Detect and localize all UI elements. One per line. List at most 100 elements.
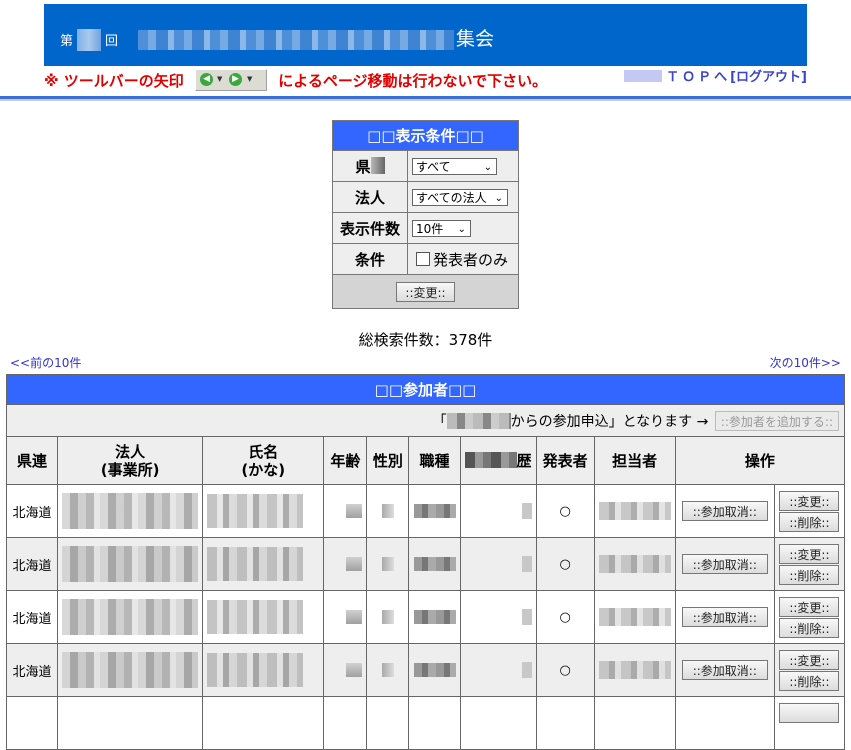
history-cell [459, 590, 537, 644]
redacted-corporation [62, 546, 199, 582]
cancel-participation-button[interactable]: ::参加取消:: [681, 554, 768, 574]
edit-button[interactable] [779, 702, 840, 723]
name-cell [202, 590, 325, 644]
redacted-staff [598, 555, 671, 573]
redacted-age [346, 663, 363, 677]
delete-button[interactable]: ::削除:: [779, 564, 840, 585]
back-arrow-icon: ◀ [200, 72, 214, 86]
dropdown-icon: ▼ [247, 74, 253, 83]
history-cell [459, 537, 537, 591]
apply-conditions-button[interactable]: ::変更:: [396, 281, 455, 302]
prefecture-cell: 北海道 [5, 537, 59, 591]
presenter-cell: ○ [535, 590, 595, 644]
redacted-event-name [138, 29, 455, 50]
name-cell [202, 696, 325, 750]
edit-button[interactable]: ::変更:: [779, 543, 840, 564]
cancel-participation-button[interactable]: ::参加取消:: [681, 660, 768, 680]
display-count-label: 表示件数 [332, 212, 408, 244]
corporation-cell [57, 696, 204, 750]
add-participant-button[interactable]: ::参加者を追加する:: [714, 410, 839, 431]
prefecture-cell [5, 696, 59, 750]
presenter-cell [535, 696, 595, 750]
redacted-name [207, 494, 304, 528]
corporation-cell [57, 643, 204, 697]
corporation-cell [57, 537, 204, 591]
participant-row: 北海道 ○ ::参加取消:: ::変更:: ::削除:: [5, 537, 846, 591]
participants-title: □□参加者□□ [6, 374, 845, 405]
redacted-history [521, 662, 532, 678]
redacted-round-number [77, 28, 102, 51]
presenter-cell: ○ [535, 484, 595, 538]
redacted-name [207, 653, 304, 687]
job-cell [408, 484, 461, 538]
edit-button[interactable]: ::変更:: [779, 490, 840, 511]
col-corporation: 法人 (事業所) [57, 436, 204, 485]
prev-page-link[interactable]: <<前の10件 [10, 354, 81, 371]
history-cell [459, 484, 537, 538]
edit-button[interactable]: ::変更:: [779, 596, 840, 617]
redacted-sex [381, 504, 394, 518]
prefecture-cell: 北海道 [5, 643, 59, 697]
job-cell [408, 696, 461, 750]
corporation-select[interactable]: すべての法人 ⌄ [412, 189, 508, 206]
redacted-label [370, 156, 385, 174]
top-link[interactable]: ＴＯＰへ [666, 70, 730, 85]
site-banner: 第回集会 [44, 4, 807, 66]
redacted-name [207, 600, 304, 634]
staff-cell [593, 590, 676, 644]
conditions-title: □□表示条件□□ [332, 120, 519, 151]
edit-button[interactable]: ::変更:: [779, 649, 840, 670]
participants-table: □□参加者□□ 「からの参加申込」となります → ::参加者を追加する:: 県連… [5, 374, 846, 750]
browser-nav-buttons-image: ◀ ▼ ▶ ▼ [195, 68, 268, 91]
redacted-history [521, 556, 532, 572]
redacted-sex [381, 610, 394, 624]
redacted-history [521, 503, 532, 519]
age-cell [323, 537, 368, 591]
redacted-staff [598, 661, 671, 679]
delete-button[interactable]: ::削除:: [779, 617, 840, 638]
redacted-age [346, 557, 363, 571]
redacted-user-name [624, 70, 663, 82]
redacted-history [521, 609, 532, 625]
redacted-corporation [62, 652, 199, 688]
sex-cell [366, 696, 410, 750]
col-staff: 担当者 [593, 436, 676, 485]
next-page-link[interactable]: 次の10件>> [770, 354, 841, 371]
redacted-organization [446, 412, 511, 429]
presenter-cell: ○ [535, 643, 595, 697]
delete-button[interactable]: ::削除:: [779, 670, 840, 691]
divider [0, 99, 851, 101]
col-sex: 性別 [366, 436, 410, 485]
job-cell [408, 643, 461, 697]
redacted-sex [381, 663, 394, 677]
name-cell [202, 484, 325, 538]
age-cell [323, 696, 368, 750]
presenter-only-label: 発表者のみ [433, 250, 509, 269]
redacted-corporation [62, 493, 199, 529]
participant-row: 北海道 ○ ::参加取消:: ::変更:: ::削除:: [5, 643, 846, 697]
presenter-only-checkbox[interactable] [416, 251, 430, 266]
col-history: 歴 [459, 436, 537, 485]
prefecture-select[interactable]: すべて ⌄ [412, 158, 497, 175]
redacted-age [346, 610, 363, 624]
display-count-select[interactable]: 10件 ⌄ [412, 220, 471, 237]
prefecture-cell: 北海道 [5, 590, 59, 644]
redacted-name [207, 547, 304, 581]
chevron-down-icon: ⌄ [494, 193, 503, 204]
redacted-job [413, 663, 456, 677]
staff-cell [593, 537, 676, 591]
age-cell [323, 484, 368, 538]
toolbar-warning: ※ ツールバーの矢印 ◀ ▼ ▶ ▼ によるページ移動は行わないで下さい。 [44, 68, 547, 93]
logout-link[interactable]: [ログアウト] [730, 70, 807, 85]
delete-button[interactable]: ::削除:: [779, 511, 840, 532]
cancel-participation-button[interactable]: ::参加取消:: [681, 501, 768, 521]
history-cell [459, 643, 537, 697]
cancel-participation-button[interactable]: ::参加取消:: [681, 607, 768, 627]
presenter-cell: ○ [535, 537, 595, 591]
redacted-job [413, 610, 456, 624]
col-prefecture: 県連 [5, 436, 59, 485]
participant-row: 北海道 ○ ::参加取消:: ::変更:: ::削除:: [5, 590, 846, 644]
participant-row: 北海道 ○ ::参加取消:: ::変更:: ::削除:: [5, 484, 846, 538]
forward-arrow-icon: ▶ [229, 72, 243, 86]
age-cell [323, 590, 368, 644]
